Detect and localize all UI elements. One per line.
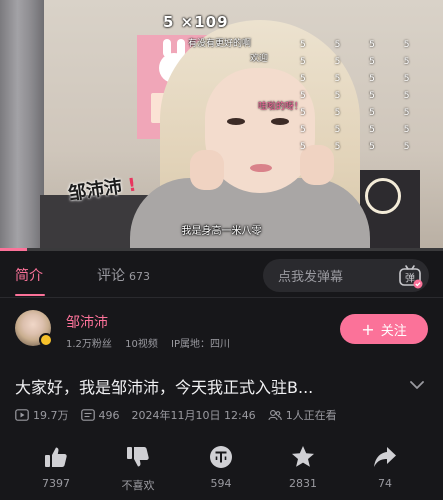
favorite-button[interactable]: 2831	[268, 444, 338, 490]
tab-comments-label: 评论	[97, 268, 125, 284]
danmu-line: 哇啦的呀！	[258, 102, 304, 112]
follow-button[interactable]: + 关注	[340, 314, 428, 344]
video-subtitle: 我是身高一米八零	[181, 226, 262, 237]
video-count: 10视频	[125, 339, 158, 350]
uploader-name[interactable]: 邹沛沛	[66, 312, 108, 332]
tab-intro[interactable]: 简介	[15, 265, 43, 285]
uploader-meta: 1.2万粉丝 10视频 IP属地：四川	[66, 335, 240, 350]
ip-location: IP属地：四川	[171, 339, 230, 350]
follow-label: 关注	[380, 323, 407, 339]
tab-intro-label: 简介	[15, 268, 43, 284]
danmu-line: 欢迎	[250, 54, 269, 64]
share-icon	[374, 447, 396, 467]
views-stat: 19.7万	[15, 407, 69, 423]
curtain	[0, 0, 44, 251]
thumbs-down-icon	[127, 447, 149, 467]
play-count-icon	[15, 409, 29, 421]
thumbs-up-icon	[45, 447, 67, 467]
tab-comments[interactable]: 评论 673	[97, 265, 150, 285]
coin-icon	[210, 446, 232, 468]
danmu-count: 496	[98, 408, 120, 422]
video-player[interactable]: 5 ×109 有没有更好的啊 欢迎 哇啦的呀！ 5 5 5 5 5 5 5 5 …	[0, 0, 443, 251]
favorite-count: 2831	[289, 477, 317, 490]
verified-badge-icon	[39, 333, 53, 347]
danmu-count-icon	[80, 409, 95, 421]
danmu-fives: 5 5 5 5 5 5 5 5 5 5 5 5 5 5 5 5 5 5 5 5 …	[300, 40, 423, 152]
video-title[interactable]: 大家好，我是邹沛沛，今天我正式入驻B...	[15, 374, 395, 398]
coin-count: 594	[210, 477, 232, 490]
plus-icon: +	[361, 319, 375, 339]
watching-count: 1人正在看	[285, 409, 337, 422]
dislike-button[interactable]: 不喜欢	[103, 444, 173, 493]
like-button[interactable]: 7397	[21, 444, 91, 490]
ring-light	[365, 178, 401, 214]
danmu-toggle-icon[interactable]: 弹	[397, 263, 423, 289]
tab-bar: 简介 评论 673 点我发弹幕 弹	[0, 251, 443, 298]
publish-datetime: 2024年11月10日 12:46	[131, 409, 256, 422]
share-button[interactable]: 74	[350, 444, 420, 490]
fans-count: 1.2万粉丝	[66, 339, 112, 350]
danmu-stat: 496	[80, 408, 120, 422]
tab-active-indicator	[15, 294, 45, 296]
comment-count: 673	[129, 270, 150, 283]
views-count: 19.7万	[33, 409, 69, 422]
streamer-hand-left	[190, 150, 224, 190]
star-icon	[292, 446, 314, 467]
danmu-counter: 5 ×109	[163, 13, 229, 31]
watching-stat: 1人正在看	[268, 407, 337, 423]
danmu-input[interactable]: 点我发弹幕 弹	[263, 259, 429, 292]
like-count: 7397	[42, 477, 70, 490]
danmu-line: 有没有更好的啊	[188, 39, 252, 49]
chevron-down-icon[interactable]	[408, 376, 426, 394]
coin-button[interactable]: 594	[186, 444, 256, 490]
nameplate-exclaim: !	[126, 174, 138, 197]
action-bar: 7397 不喜欢 594 2831 74	[0, 444, 443, 500]
danmu-toggle-label: 弹	[405, 272, 415, 285]
danmu-input-placeholder: 点我发弹幕	[278, 270, 344, 285]
video-stats: 19.7万 496 2024年11月10日 12:46 1人正在看	[15, 407, 349, 423]
publish-time: 2024年11月10日 12:46	[132, 407, 256, 423]
people-icon	[268, 410, 282, 421]
dislike-label: 不喜欢	[121, 479, 155, 492]
share-count: 74	[378, 477, 392, 490]
uploader-card: 邹沛沛 1.2万粉丝 10视频 IP属地：四川 + 关注	[0, 298, 443, 358]
